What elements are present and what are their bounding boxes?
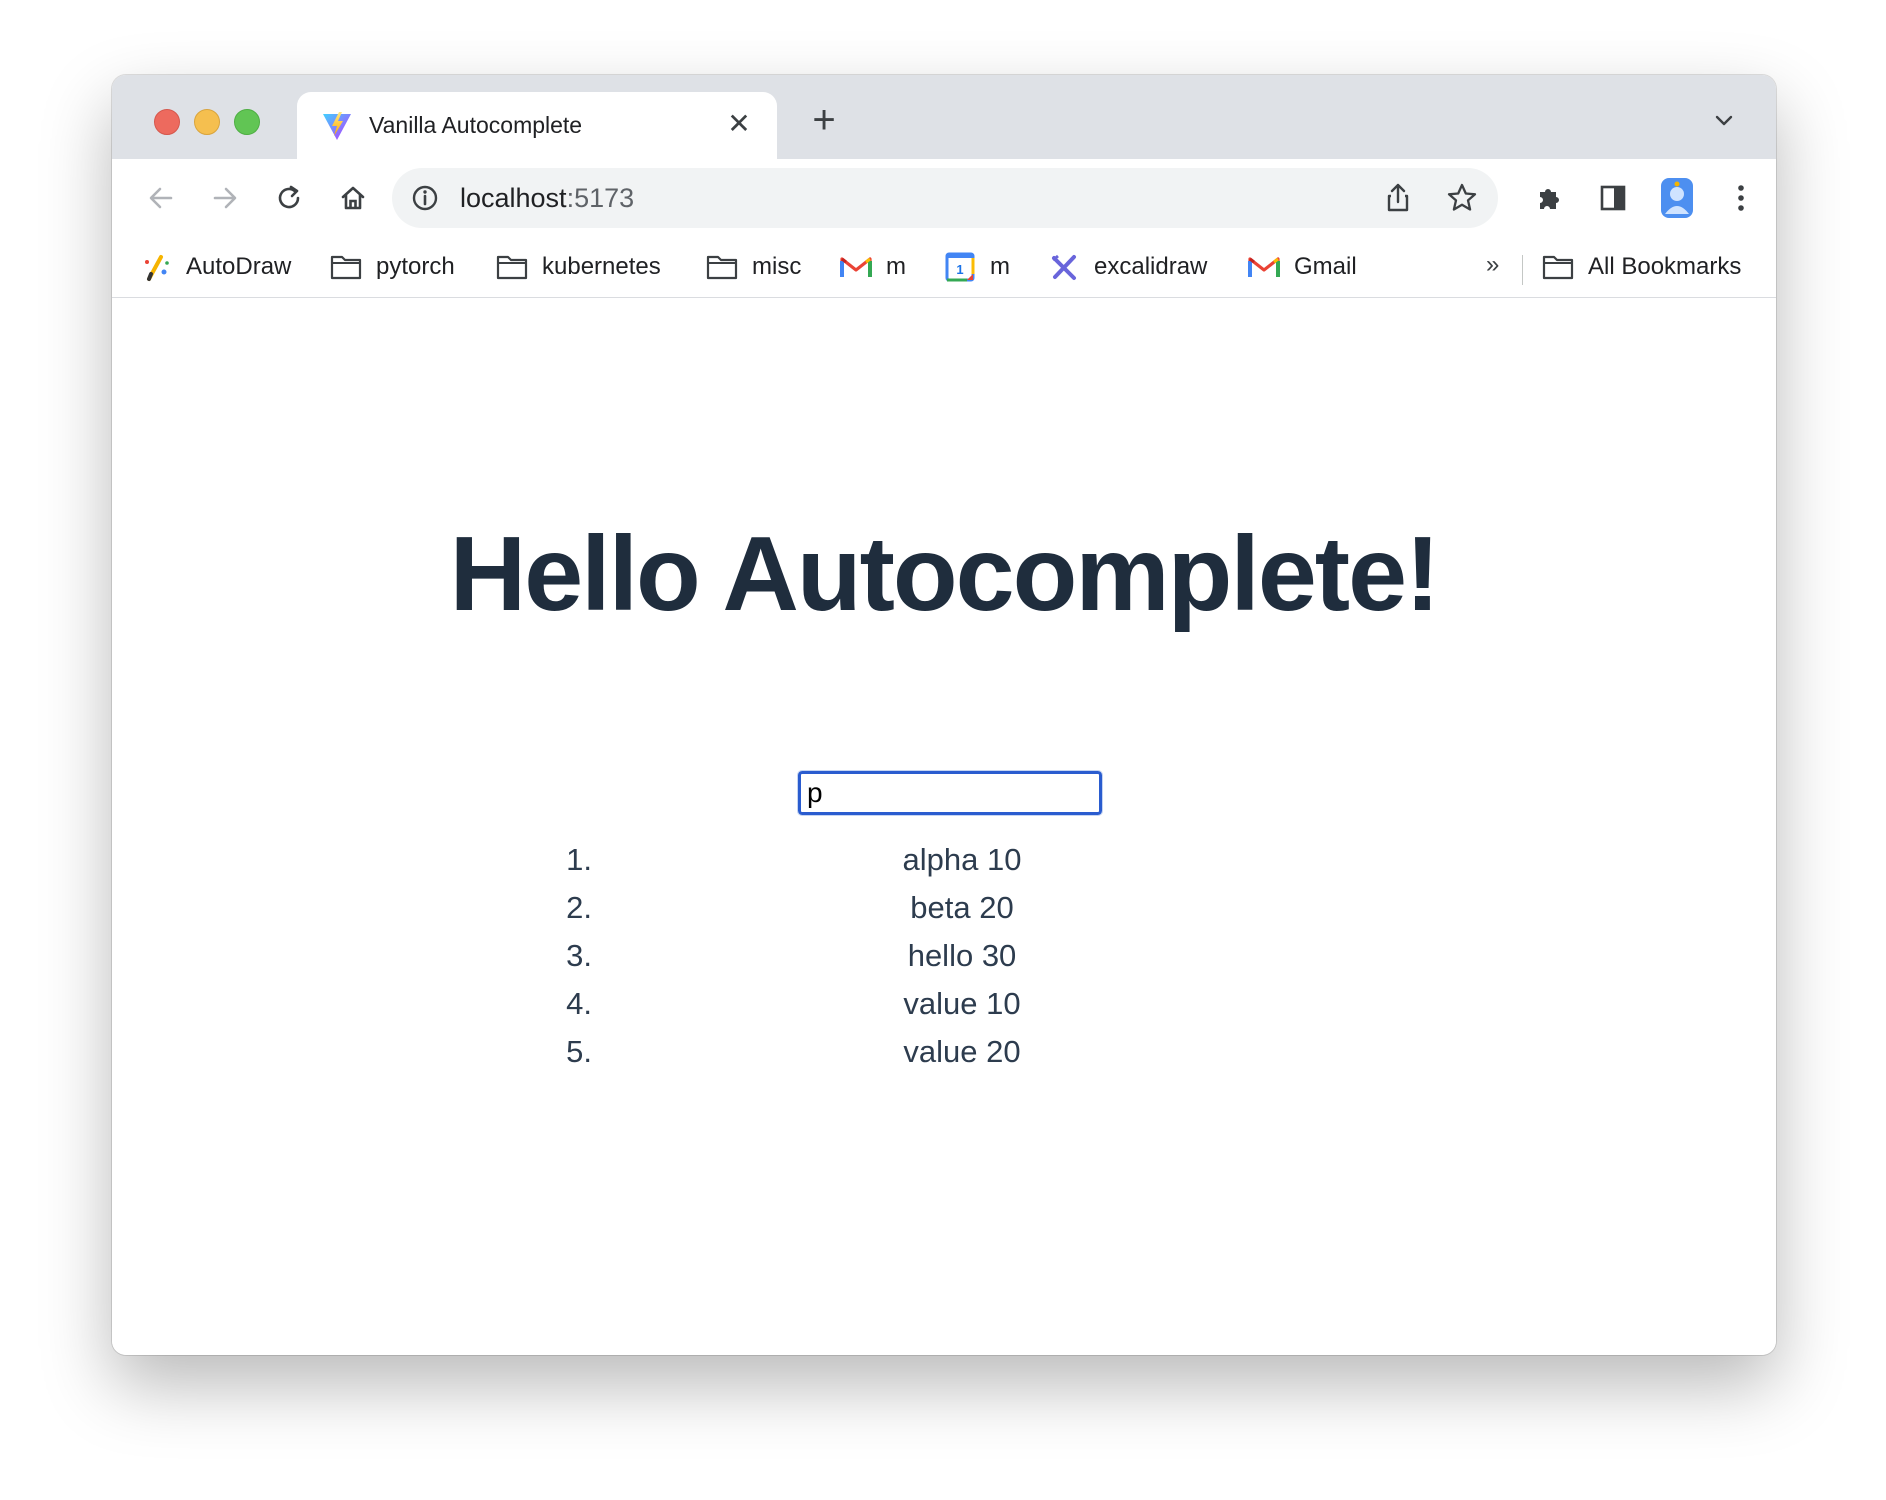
autocomplete-results-list: 1. alpha 10 2. beta 20 3. hello 30 4. va… bbox=[532, 836, 1232, 1076]
page-content: Hello Autocomplete! 1. alpha 10 2. beta … bbox=[112, 298, 1776, 1355]
reload-icon[interactable] bbox=[266, 175, 312, 221]
url-text[interactable]: localhost:5173 bbox=[460, 183, 634, 214]
tab-strip: Vanilla Autocomplete ✕ + bbox=[112, 75, 1776, 159]
list-item-text: alpha 10 bbox=[902, 842, 1022, 877]
bookmark-label: kubernetes bbox=[542, 253, 661, 280]
url-host: localhost bbox=[460, 183, 567, 213]
bookmark-misc[interactable]: misc bbox=[706, 249, 801, 285]
tab-vanilla-autocomplete[interactable]: Vanilla Autocomplete ✕ bbox=[297, 92, 777, 159]
bookmarks-overflow-button[interactable]: » bbox=[1486, 251, 1499, 279]
list-item[interactable]: 1. alpha 10 bbox=[532, 836, 1232, 884]
bookmark-m-gmail[interactable]: m bbox=[840, 249, 906, 285]
folder-icon bbox=[1542, 251, 1574, 283]
browser-window: Vanilla Autocomplete ✕ + localhost:5173 … bbox=[112, 75, 1776, 1355]
new-tab-button[interactable]: + bbox=[802, 99, 846, 143]
list-item-text: value 10 bbox=[903, 986, 1021, 1021]
browser-toolbar: localhost:5173 bbox=[112, 159, 1776, 237]
extensions-puzzle-icon[interactable] bbox=[1527, 175, 1573, 221]
url-port: :5173 bbox=[566, 183, 635, 213]
bookmark-gmail[interactable]: Gmail bbox=[1248, 249, 1357, 285]
list-item-number: 3. bbox=[566, 938, 592, 973]
bookmark-label: pytorch bbox=[376, 253, 455, 280]
autocomplete-input[interactable] bbox=[797, 770, 1103, 816]
bookmark-label: m bbox=[990, 253, 1010, 280]
list-item-number: 5. bbox=[566, 1034, 592, 1069]
bookmarks-bar: AutoDraw pytorch kubernetes misc m 1 m e… bbox=[112, 237, 1776, 298]
menu-kebab-icon[interactable] bbox=[1718, 175, 1764, 221]
list-item-text: value 20 bbox=[903, 1034, 1021, 1069]
folder-icon bbox=[706, 251, 738, 283]
side-panel-icon[interactable] bbox=[1590, 175, 1636, 221]
bookmark-star-icon[interactable] bbox=[1444, 180, 1480, 216]
bookmark-label: AutoDraw bbox=[186, 253, 292, 280]
vite-logo-icon bbox=[321, 110, 353, 142]
minimize-window-button[interactable] bbox=[194, 109, 220, 135]
list-item[interactable]: 4. value 10 bbox=[532, 980, 1232, 1028]
maximize-window-button[interactable] bbox=[234, 109, 260, 135]
svg-text:1: 1 bbox=[956, 262, 963, 277]
gmail-icon bbox=[1248, 251, 1280, 283]
folder-icon bbox=[330, 251, 362, 283]
autodraw-icon bbox=[140, 251, 172, 283]
bookmark-label: excalidraw bbox=[1094, 253, 1208, 280]
profile-avatar-icon[interactable] bbox=[1654, 175, 1700, 221]
excalidraw-icon bbox=[1048, 251, 1080, 283]
tab-close-icon[interactable]: ✕ bbox=[721, 106, 757, 142]
gmail-icon bbox=[840, 251, 872, 283]
folder-icon bbox=[496, 251, 528, 283]
tab-title: Vanilla Autocomplete bbox=[369, 112, 583, 138]
bookmark-excalidraw[interactable]: excalidraw bbox=[1048, 249, 1207, 285]
google-calendar-icon: 1 bbox=[944, 251, 976, 283]
bookmark-label: Gmail bbox=[1294, 253, 1357, 280]
list-item[interactable]: 2. beta 20 bbox=[532, 884, 1232, 932]
list-item[interactable]: 3. hello 30 bbox=[532, 932, 1232, 980]
bookmark-kubernetes[interactable]: kubernetes bbox=[496, 249, 661, 285]
bookmark-pytorch[interactable]: pytorch bbox=[330, 249, 455, 285]
address-bar[interactable]: localhost:5173 bbox=[392, 168, 1498, 228]
list-item-number: 4. bbox=[566, 986, 592, 1021]
all-bookmarks-button[interactable]: All Bookmarks bbox=[1542, 249, 1741, 285]
share-icon[interactable] bbox=[1380, 180, 1416, 216]
list-item-text: hello 30 bbox=[907, 938, 1017, 973]
bookmark-label: misc bbox=[752, 253, 802, 280]
site-info-icon[interactable] bbox=[410, 183, 440, 213]
home-icon[interactable] bbox=[330, 175, 376, 221]
close-window-button[interactable] bbox=[154, 109, 180, 135]
bookmark-autodraw[interactable]: AutoDraw bbox=[140, 249, 291, 285]
bookmark-label: m bbox=[886, 253, 906, 280]
bookmarks-divider bbox=[1522, 255, 1523, 285]
list-item-number: 2. bbox=[566, 890, 592, 925]
page-title: Hello Autocomplete! bbox=[449, 515, 1441, 633]
all-bookmarks-label: All Bookmarks bbox=[1588, 253, 1742, 280]
bookmark-m-calendar[interactable]: 1 m bbox=[944, 249, 1010, 285]
list-item-number: 1. bbox=[566, 842, 592, 877]
back-arrow-icon[interactable] bbox=[138, 175, 184, 221]
forward-arrow-icon[interactable] bbox=[202, 175, 248, 221]
list-item[interactable]: 5. value 20 bbox=[532, 1028, 1232, 1076]
list-item-text: beta 20 bbox=[910, 890, 1014, 925]
tab-search-chevron-icon[interactable] bbox=[1702, 99, 1746, 143]
